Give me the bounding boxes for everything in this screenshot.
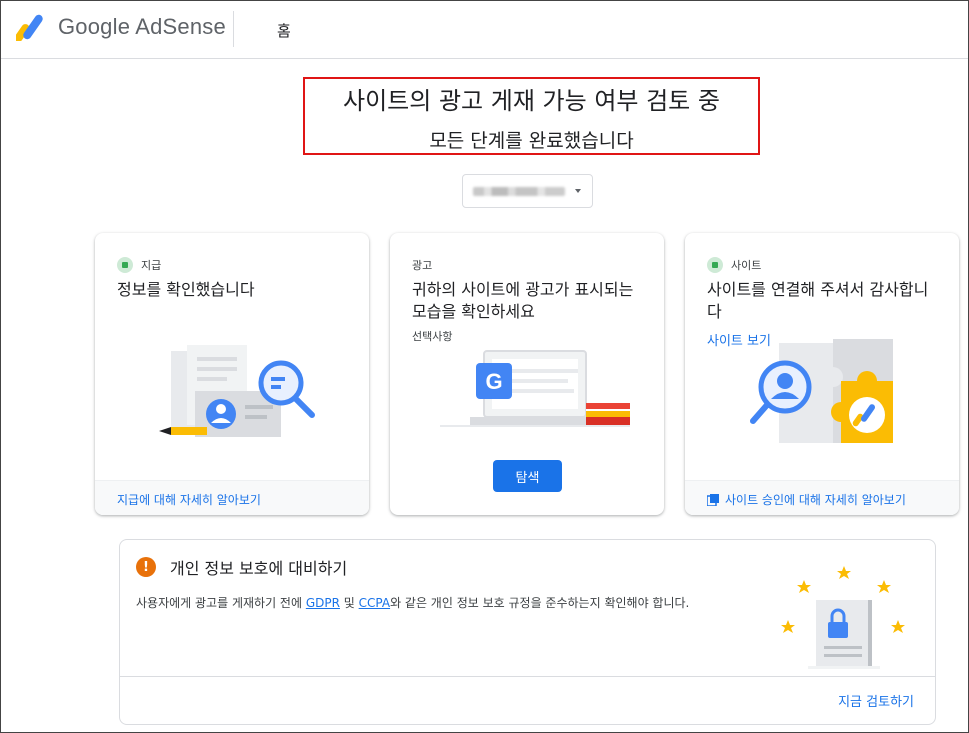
payment-card-title: 정보를 확인했습니다 [117, 280, 255, 299]
adsense-logo-icon [16, 14, 43, 41]
ads-card-title: 귀하의 사이트에 광고가 표시되는 모습을 확인하세요 [412, 280, 634, 321]
nav-home[interactable]: 홈 [277, 20, 291, 41]
site-card: 사이트 사이트를 연결해 주셔서 감사합니다 사이트 보기 사이트 승인에 대해… [685, 233, 959, 515]
privacy-readiness-card: ! 개인 정보 보호에 대비하기 사용자에게 광고를 게재하기 전에 GDPR … [119, 539, 936, 725]
site-status: 사이트 [707, 257, 761, 273]
payment-learn-more-link[interactable]: 지급에 대해 자세히 알아보기 [117, 491, 261, 508]
site-card-footer: 사이트 승인에 대해 자세히 알아보기 [685, 480, 959, 515]
header-divider [233, 11, 234, 47]
site-selector[interactable] [462, 174, 593, 208]
logo-text: Google AdSense [58, 14, 226, 39]
page-title: 사이트의 광고 게재 가능 여부 검토 중 [343, 87, 720, 115]
privacy-title: 개인 정보 보호에 대비하기 [170, 559, 348, 578]
site-puzzle-illustration-icon [750, 339, 893, 443]
privacy-divider [120, 676, 935, 677]
site-approval-learn-more-link[interactable]: 사이트 승인에 대해 자세히 알아보기 [707, 491, 906, 508]
ads-card-tag: 광고 [412, 259, 433, 272]
gdpr-link[interactable]: GDPR [306, 596, 340, 610]
explore-button[interactable]: 탐색 [493, 460, 562, 492]
review-now-link[interactable]: 지금 검토하기 [838, 691, 914, 710]
payment-verification-illustration-icon [159, 345, 315, 437]
adsense-logo[interactable]: Google AdSense [16, 13, 226, 41]
ad-preview-illustration-icon: G [440, 350, 630, 427]
site-approval-learn-more-label: 사이트 승인에 대해 자세히 알아보기 [725, 493, 906, 507]
optional-label: 선택사항 [412, 330, 453, 343]
top-app-bar: Google AdSense 홈 [1, 1, 968, 59]
privacy-lock-document-illustration-icon [781, 566, 905, 669]
privacy-description: 사용자에게 광고를 게재하기 전에 GDPR 및 CCPA와 같은 개인 정보 … [136, 594, 689, 611]
ccpa-link[interactable]: CCPA [359, 596, 390, 610]
page-subtitle: 모든 단계를 완료했습니다 [429, 130, 634, 152]
chevron-down-icon [575, 189, 581, 193]
payment-card: 지급 정보를 확인했습니다 지급에 대해 자세히 알아보기 [95, 233, 369, 515]
review-status-highlight: 사이트의 광고 게재 가능 여부 검토 중 모든 단계를 완료했습니다 [303, 77, 760, 155]
payment-status: 지급 [117, 257, 161, 273]
check-status-icon [707, 257, 723, 273]
site-card-title: 사이트를 연결해 주셔서 감사합니다 [707, 280, 929, 321]
check-status-icon [117, 257, 133, 273]
warning-icon: ! [136, 557, 156, 577]
site-name-redacted [473, 187, 565, 196]
svg-text:G: G [485, 369, 502, 394]
privacy-header: ! 개인 정보 보호에 대비하기 [136, 555, 347, 579]
privacy-desc-text-1: 사용자에게 광고를 게재하기 전에 [136, 596, 306, 610]
open-in-new-icon [707, 493, 719, 506]
payment-card-footer: 지급에 대해 자세히 알아보기 [95, 480, 369, 515]
ads-card: 광고 귀하의 사이트에 광고가 표시되는 모습을 확인하세요 선택사항 G 탐색 [390, 233, 664, 515]
privacy-desc-text-2: 및 [339, 596, 359, 610]
privacy-desc-text-3: 와 같은 개인 정보 보호 규정을 준수하는지 확인해야 합니다. [390, 596, 690, 610]
site-status-label: 사이트 [731, 259, 762, 272]
payment-status-label: 지급 [141, 259, 162, 272]
